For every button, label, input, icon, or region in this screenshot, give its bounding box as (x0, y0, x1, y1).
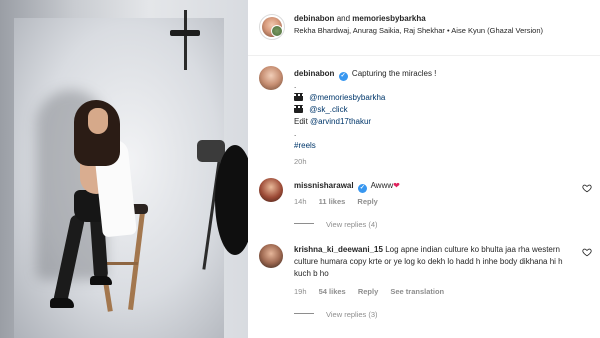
comment-avatar[interactable] (259, 244, 283, 268)
view-replies-button[interactable]: View replies (4) (294, 220, 378, 229)
heart-outline-icon[interactable] (582, 183, 592, 193)
collab-avatar-image (271, 25, 283, 37)
comment-meta: 14h 11 likes Reply (294, 197, 388, 206)
subject-shoe (50, 298, 74, 308)
comment-meta: 19h 54 likes Reply See translation (294, 287, 454, 296)
mention-link[interactable]: @sk_.click (309, 105, 347, 114)
verified-badge-icon: ✓ (357, 184, 367, 193)
caption-avatar[interactable] (259, 66, 283, 90)
comment-username[interactable]: krishna_ki_deewani_15 (294, 245, 383, 254)
reply-button[interactable]: Reply (358, 287, 378, 296)
mention-link[interactable]: @arvind17thakur (310, 117, 371, 126)
post-caption: debinabon ✓ Capturing the miracles ! . @… (294, 68, 584, 168)
post-media[interactable] (0, 0, 248, 338)
clapperboard-icon (294, 93, 303, 101)
caption-text: Capturing the miracles ! (351, 69, 437, 78)
view-replies-label: View replies (4) (326, 220, 378, 229)
audio-attribution[interactable]: Rekha Bhardwaj, Anurag Saikia, Raj Shekh… (294, 26, 564, 36)
view-replies-label: View replies (3) (326, 310, 378, 319)
reply-button[interactable]: Reply (357, 197, 377, 206)
studio-light-reflector (215, 145, 248, 255)
comment-username[interactable]: missnisharawal (294, 181, 354, 190)
comment-body: missnisharawal ✓ Awww❤ (294, 180, 574, 193)
backdrop-stand (184, 10, 187, 70)
comment-likes[interactable]: 54 likes (319, 287, 346, 296)
header-divider (248, 55, 600, 56)
stool-footrest (104, 262, 138, 265)
replies-dash (294, 223, 314, 224)
clapperboard-icon (294, 105, 303, 113)
replies-dash (294, 313, 314, 314)
backdrop-stand-top (170, 30, 200, 36)
collab-username[interactable]: memoriesbybarkha (352, 14, 425, 23)
header-avatar[interactable] (259, 14, 285, 40)
edit-label: Edit (294, 117, 308, 126)
author-username[interactable]: debinabon (294, 14, 334, 23)
caption-dot: . (294, 129, 297, 138)
caption-username[interactable]: debinabon (294, 69, 334, 78)
comment-timestamp[interactable]: 14h (294, 197, 307, 206)
post-panel: debinabon and memoriesbybarkha Rekha Bha… (248, 0, 600, 338)
comment-avatar[interactable] (259, 178, 283, 202)
verified-badge-icon: ✓ (338, 72, 348, 81)
heart-outline-icon[interactable] (582, 247, 592, 257)
caption-dot: . (294, 81, 297, 90)
comment-timestamp[interactable]: 19h (294, 287, 307, 296)
post-authors: debinabon and memoriesbybarkha (294, 14, 426, 23)
comment-body: krishna_ki_deewani_15 Log apne indian cu… (294, 244, 574, 280)
author-joiner: and (336, 14, 351, 23)
view-replies-button[interactable]: View replies (3) (294, 310, 378, 319)
caption-timestamp[interactable]: 20h (294, 156, 584, 168)
hashtag-link[interactable]: #reels (294, 140, 584, 152)
see-translation-button[interactable]: See translation (390, 287, 444, 296)
subject-face (88, 108, 108, 134)
comment-text: Awww (370, 181, 394, 190)
heart-emoji: ❤ (393, 181, 400, 190)
subject-shoe (90, 276, 112, 285)
mention-link[interactable]: @memoriesbybarkha (309, 93, 385, 102)
comment-likes[interactable]: 11 likes (319, 197, 346, 206)
